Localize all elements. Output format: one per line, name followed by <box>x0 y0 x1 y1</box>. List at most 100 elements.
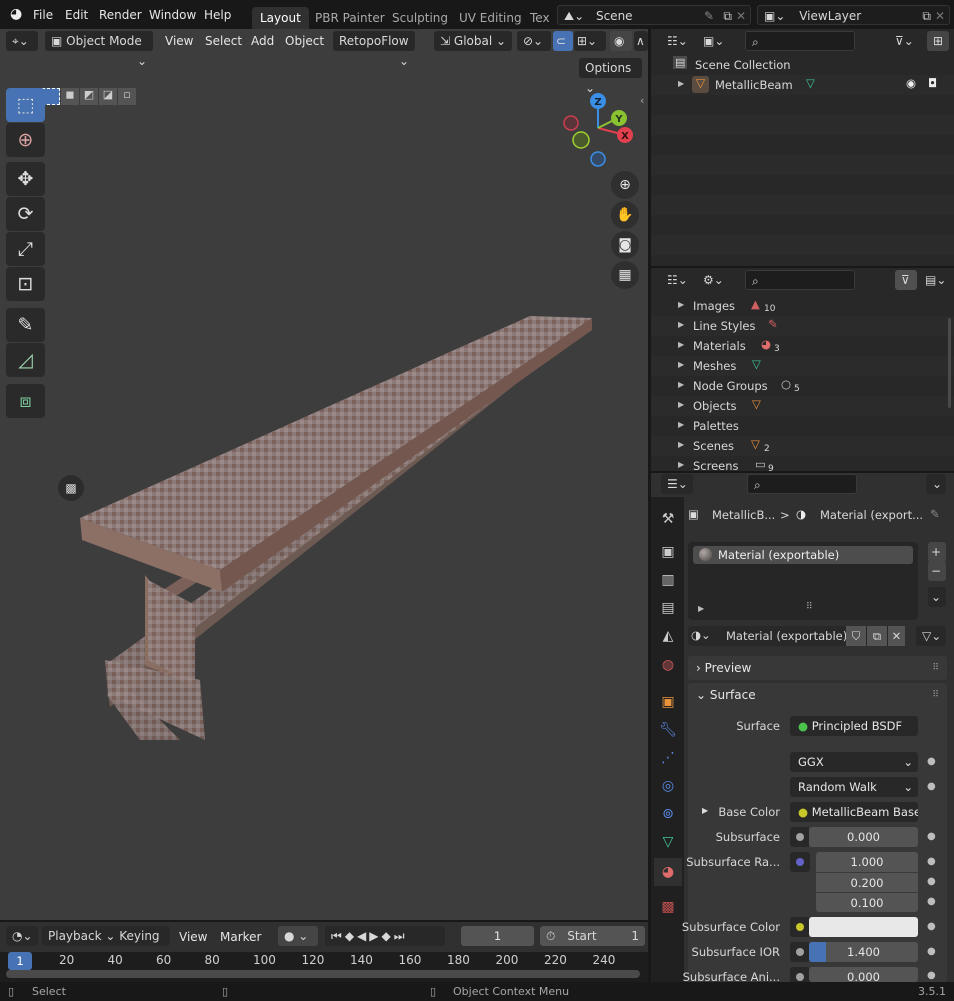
drag-handle-icon[interactable]: ⠿ <box>932 683 939 707</box>
tool-scale[interactable]: ⤢ <box>6 232 45 266</box>
subsurface-radius-socket[interactable] <box>790 852 810 872</box>
remove-slot-button[interactable]: − <box>928 561 946 581</box>
tab-render[interactable]: ▣ <box>656 540 680 564</box>
section-preview[interactable]: › Preview ⠿ <box>688 656 947 680</box>
keyframe-dot-icon[interactable]: ● <box>927 896 936 907</box>
eye-icon[interactable]: ◉ <box>906 76 916 90</box>
camera-render-icon[interactable]: ◘ <box>928 76 937 90</box>
material-browse-icon[interactable]: ◑⌄ <box>691 628 711 642</box>
expand-arrow-icon[interactable]: ▶ <box>678 460 684 469</box>
data-row-object[interactable]: ▶ Objects ▽ <box>651 396 954 416</box>
playhead[interactable]: 1 <box>8 952 32 970</box>
new-scene-icon[interactable]: ⧉ <box>723 6 732 26</box>
menu-edit[interactable]: Edit <box>65 8 88 22</box>
material-slot-list[interactable]: Material (exportable) ▶ ⠿ <box>688 542 918 620</box>
tool-add-cube[interactable]: ⧈ <box>6 384 45 418</box>
outliner-search-input[interactable]: ⌕ <box>745 31 855 51</box>
material-slot-item[interactable]: Material (exportable) <box>693 546 913 564</box>
editor-type-button[interactable]: ☰⌄ <box>661 474 693 494</box>
expand-arrow-icon[interactable]: ▶ <box>678 79 684 88</box>
keyframe-dot-icon[interactable]: ● <box>927 856 936 867</box>
metallic-beam-object[interactable] <box>60 300 620 760</box>
options-dropdown[interactable]: Options ⌄ <box>579 58 642 95</box>
expand-arrow-icon[interactable]: ▶ <box>678 320 684 329</box>
tab-tool[interactable]: ⚒ <box>656 507 680 531</box>
menu-render[interactable]: Render <box>99 8 142 22</box>
transform-orientation-dropdown[interactable]: ⇲ Global ⌄ <box>434 31 512 51</box>
tab-uv-editing[interactable]: UV Editing <box>451 7 530 29</box>
slot-specials-button[interactable]: ⌄ <box>928 587 946 607</box>
tab-pbr-painter[interactable]: PBR Painter <box>307 7 393 29</box>
new-collection-button[interactable]: ⊞ <box>927 31 949 51</box>
data-row-material[interactable]: ▶ Materials ◕ 3 <box>651 336 954 356</box>
data-row-scene[interactable]: ▶ Scenes ▽ 2 <box>651 436 954 456</box>
expand-arrow-icon[interactable]: ▶ <box>678 440 684 449</box>
falloff-button[interactable]: ∧ <box>634 31 648 51</box>
menu-select[interactable]: Select <box>205 34 242 48</box>
tab-texture[interactable]: ▩ <box>656 895 680 919</box>
subsurface-ior-slider[interactable]: 1.400 <box>809 942 918 962</box>
data-row-mesh[interactable]: ▶ Meshes ▽ <box>651 356 954 376</box>
subsurface-color-socket[interactable] <box>790 917 810 937</box>
file-filter-button[interactable]: ⚙⌄ <box>697 270 729 290</box>
menu-view[interactable]: View <box>165 34 193 48</box>
jump-end-icon[interactable]: ⏭ <box>394 929 408 943</box>
tool-cursor[interactable]: ⊕ <box>6 123 45 157</box>
subsurface-color-swatch[interactable] <box>809 917 918 937</box>
zoom-button[interactable]: ⊕ <box>611 171 639 199</box>
pivot-dropdown[interactable]: ⊘⌄ <box>517 31 551 51</box>
menu-view[interactable]: View <box>179 930 207 944</box>
timeline-scrollbar[interactable] <box>6 970 640 978</box>
start-frame-field[interactable]: ⏱ Start 1 <box>540 926 645 946</box>
tab-texture[interactable]: Tex <box>522 7 558 29</box>
orphan-data-button[interactable]: ▤⌄ <box>919 270 949 290</box>
tool-select-box[interactable]: ⬚ <box>6 88 45 122</box>
expand-arrow-icon[interactable]: ▶ <box>678 340 684 349</box>
subsurface-radius-y[interactable]: 0.200 <box>816 872 918 892</box>
data-row-node-group[interactable]: ▶ Node Groups ○ 5 <box>651 376 954 396</box>
expand-arrow-icon[interactable]: ▶ <box>698 604 704 613</box>
sidebar-toggle-icon[interactable]: ‹ <box>640 94 644 107</box>
pin-icon[interactable]: ✎ <box>930 507 940 521</box>
properties-options-button[interactable]: ⌄ <box>926 474 946 494</box>
select-intersect-icon[interactable]: ▫ <box>118 88 136 105</box>
surface-shader-field[interactable]: ● Principled BSDF <box>790 716 918 736</box>
tab-output[interactable]: ▥ <box>656 568 680 592</box>
keyframe-dot-icon[interactable]: ● <box>927 921 936 932</box>
section-surface[interactable]: ⌄ Surface ⠿ <box>688 683 947 707</box>
unlink-icon[interactable]: ✕ <box>888 626 905 646</box>
subsurface-socket[interactable] <box>790 827 810 847</box>
perspective-toggle-button[interactable]: ▦ <box>611 261 639 289</box>
mode-dropdown[interactable]: ▣ Object Mode ⌄ <box>45 31 153 68</box>
scrollbar[interactable] <box>948 318 951 408</box>
play-reverse-icon[interactable]: ◀ <box>357 929 369 943</box>
editor-type-button[interactable]: ⌖⌄ <box>6 31 38 51</box>
keyframe-dot-icon[interactable]: ● <box>927 946 936 957</box>
tool-transform[interactable]: ⊡ <box>6 267 45 301</box>
subsurface-radius-z[interactable]: 0.100 <box>816 892 918 912</box>
view-layer-name[interactable]: ViewLayer <box>799 9 861 23</box>
duplicate-icon[interactable]: ⧉ <box>867 626 887 646</box>
data-row-image[interactable]: ▶ Images ▲ 10 <box>651 296 954 316</box>
prev-keyframe-icon[interactable]: ◆ <box>345 929 357 943</box>
expand-arrow-icon[interactable]: ▶ <box>678 420 684 429</box>
tool-move[interactable]: ✥ <box>6 162 45 196</box>
tab-scene[interactable]: ◭ <box>656 624 680 648</box>
tab-particles[interactable]: ⋰ <box>656 746 680 770</box>
proportional-edit-toggle[interactable]: ◉ <box>610 31 632 51</box>
scene-selector[interactable]: ⛰⌄ Scene ✎ ⧉ ✕ <box>557 5 751 25</box>
subsurface-radius-x[interactable]: 1.000 <box>816 852 918 872</box>
menu-marker[interactable]: Marker <box>220 930 261 944</box>
tool-measure[interactable]: ◿ <box>6 343 45 377</box>
menu-object[interactable]: Object <box>285 34 324 48</box>
close-icon[interactable]: ✕ <box>935 6 945 26</box>
blender-logo-icon[interactable]: ◕ <box>10 6 22 22</box>
subsurface-field[interactable]: 0.000 <box>809 827 918 847</box>
auto-keying-toggle[interactable]: ● ⌄ <box>278 926 318 946</box>
tab-physics[interactable]: ◎ <box>656 774 680 798</box>
editor-type-button[interactable]: ◔⌄ <box>6 926 38 946</box>
current-frame-field[interactable]: 1 <box>461 926 534 946</box>
new-view-layer-icon[interactable]: ⧉ <box>922 6 931 26</box>
base-color-field[interactable]: ● MetallicBeam Base... <box>790 802 918 822</box>
tool-rotate[interactable]: ⟳ <box>6 197 45 231</box>
